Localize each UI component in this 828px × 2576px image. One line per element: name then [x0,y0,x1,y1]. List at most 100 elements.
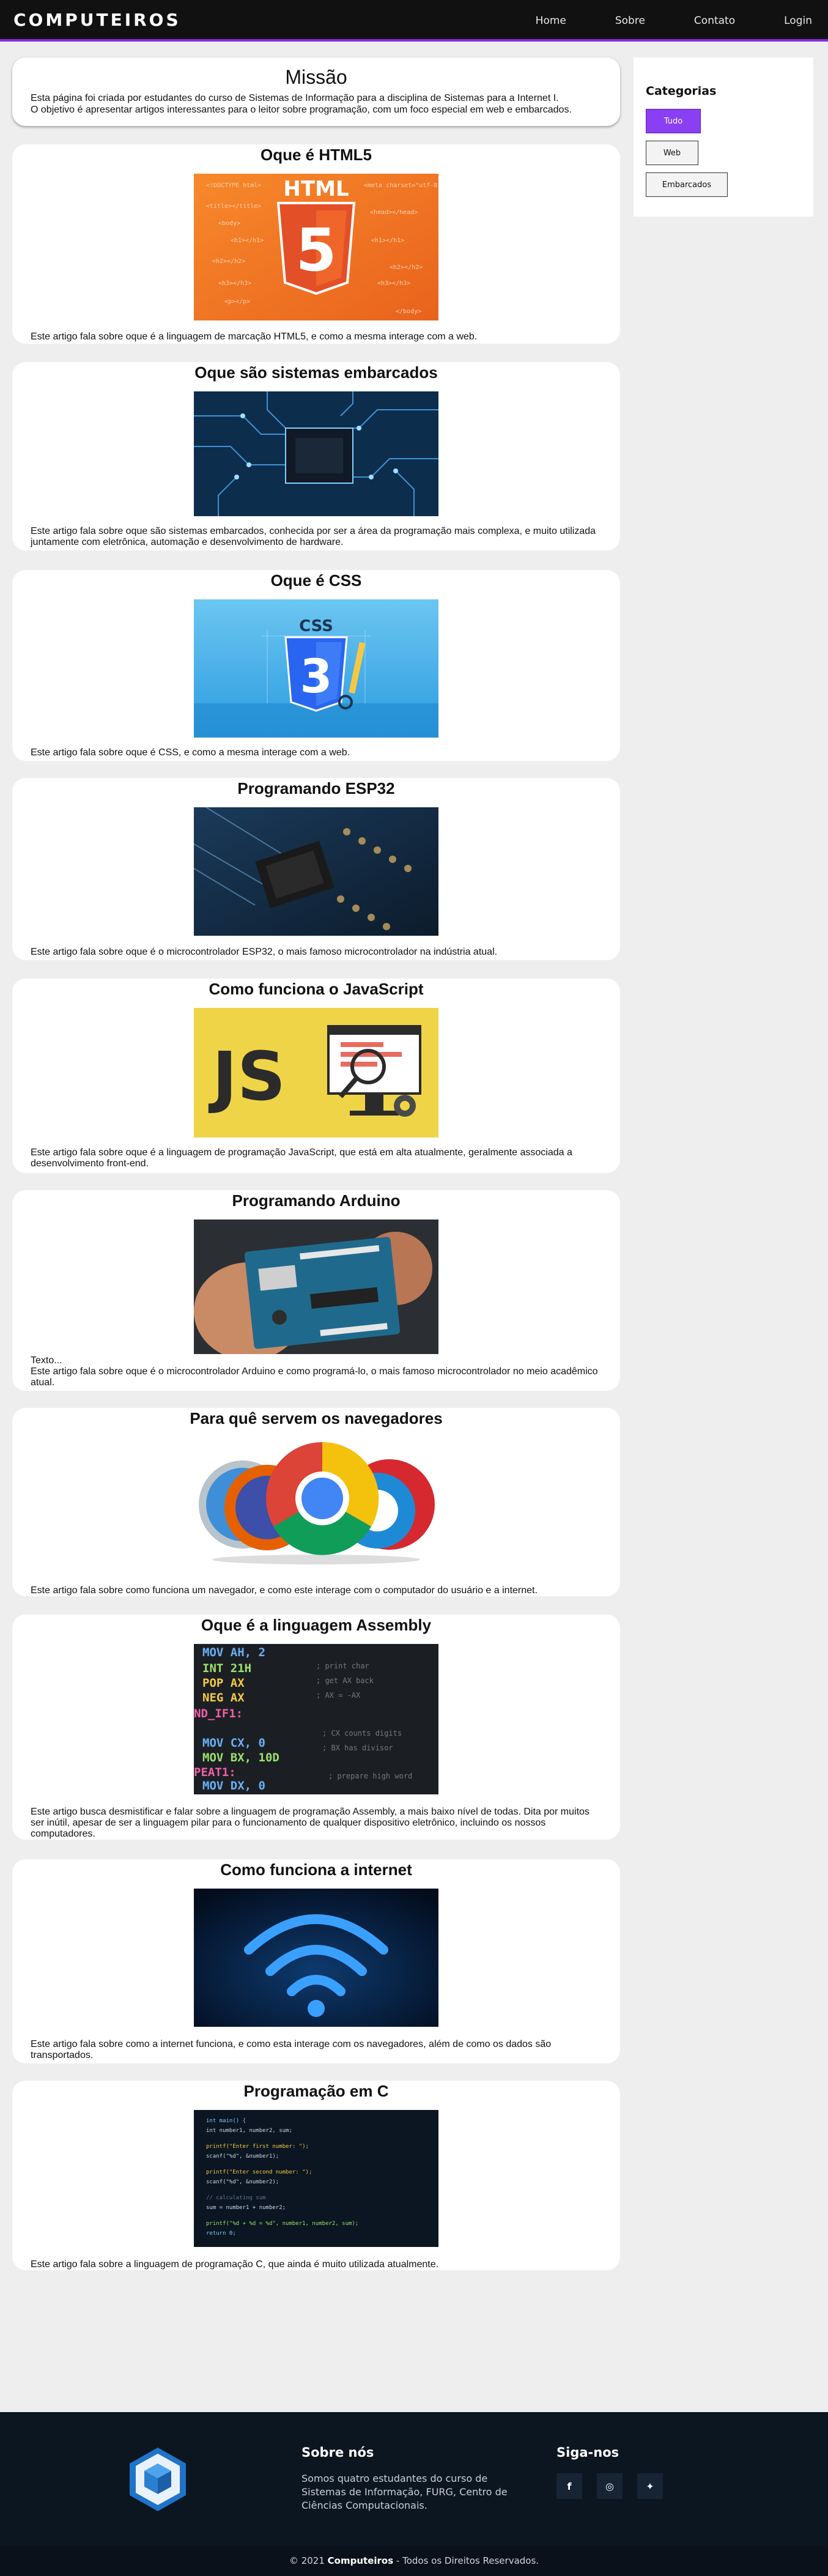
html5-logo-icon: <!DOCTYPE html> <meta charset="utf-8"> <t… [194,174,438,320]
article-description: Este artigo fala sobre oque é a linguage… [31,1147,572,1169]
article-image-javascript[interactable]: JS [194,1008,438,1138]
svg-text:</body>: </body> [396,308,421,315]
article-card[interactable]: Programação em C int main() { int number… [12,2081,620,2270]
article-card[interactable]: Para quê servem os navegadores Este arti… [12,1408,620,1596]
article-description: Este artigo fala sobre como a internet f… [31,2039,552,2060]
article-card[interactable]: Oque é a linguagem Assembly MOV AH, 2 IN… [12,1615,620,1840]
svg-text:return 0;: return 0; [206,2230,236,2237]
article-card[interactable]: Programando Arduino Texto... Este artigo… [12,1190,620,1391]
c-code-icon: int main() { int number1, number2, sum; … [194,2110,438,2247]
article-image-browsers[interactable] [194,1437,438,1567]
nav-link-home[interactable]: Home [536,15,566,27]
svg-text:<!DOCTYPE html>: <!DOCTYPE html> [206,182,261,189]
article-card[interactable]: Oque são sistemas embarcados Este artigo… [12,362,620,550]
css3-logo-icon: CSS 3 [194,599,438,738]
svg-text:scanf("%d", &number1);: scanf("%d", &number1); [206,2153,279,2160]
svg-text:3: 3 [300,649,333,703]
article-image-c-code[interactable]: int main() { int number1, number2, sum; … [194,2110,438,2247]
svg-text:printf("%d + %d = %d", number1: printf("%d + %d = %d", number1, number2,… [206,2221,358,2227]
article-description: Este artigo fala sobre oque é a linguage… [31,331,478,342]
article-card[interactable]: Oque é CSS CSS 3 Este artigo fala sobre … [12,570,620,761]
svg-text:ND_IF1:: ND_IF1: [194,1707,243,1720]
svg-text:; AX = -AX: ; AX = -AX [316,1691,361,1700]
category-button-web[interactable]: Web [646,141,698,165]
nav-link-contato[interactable]: Contato [694,15,735,27]
svg-text:<meta charset="utf-8">: <meta charset="utf-8"> [364,182,438,189]
svg-text:printf("Enter second number: ": printf("Enter second number: "); [206,2169,312,2175]
footer-follow-title: Siga-nos [556,2445,619,2460]
svg-text:<body>: <body> [218,220,240,227]
svg-text:CSS: CSS [299,617,333,635]
svg-text:<h1></h1>: <h1></h1> [371,237,404,244]
svg-text:printf("Enter first number: "): printf("Enter first number: "); [206,2144,309,2150]
svg-text:INT 21H: INT 21H [202,1662,251,1675]
assembly-code-icon: MOV AH, 2 INT 21H POP AX NEG AX ND_IF1: … [194,1644,438,1794]
nav-link-login[interactable]: Login [784,15,812,27]
copyright-suffix: - Todos os Direitos Reservados. [393,2555,539,2566]
brand-logo-text[interactable]: COMPUTEIROS [13,10,181,30]
svg-text:<h3></h3>: <h3></h3> [377,280,410,287]
svg-text:<title></title>: <title></title> [206,203,261,210]
article-card[interactable]: Como funciona o JavaScript JS Este artig… [12,979,620,1173]
footer-copyright: © 2021 Computeiros - Todos os Direitos R… [0,2545,828,2576]
nav-link-sobre[interactable]: Sobre [615,15,645,27]
svg-text:POP AX: POP AX [202,1676,245,1690]
svg-text:<h2></h2>: <h2></h2> [390,264,423,271]
article-image-html5[interactable]: <!DOCTYPE html> <meta charset="utf-8"> <t… [194,174,438,320]
svg-text:; print char: ; print char [316,1662,369,1670]
mission-card: Missão Esta página foi criada por estuda… [12,57,620,126]
footer-about-title: Sobre nós [301,2445,374,2460]
article-image-assembly[interactable]: MOV AH, 2 INT 21H POP AX NEG AX ND_IF1: … [194,1644,438,1794]
svg-text:<h1></h1>: <h1></h1> [231,237,264,244]
article-image-circuit[interactable] [194,391,438,516]
article-description: Este artigo busca desmistificar e falar … [31,1807,590,1839]
svg-text:// calculating sum: // calculating sum [206,2195,266,2201]
article-title[interactable]: Oque são sistemas embarcados [12,362,620,382]
article-description: Este artigo fala sobre oque é o microcon… [31,1366,598,1388]
article-description-placeholder: Texto... [31,1355,62,1366]
article-title[interactable]: Programação em C [12,2081,620,2101]
article-title[interactable]: Oque é HTML5 [12,144,620,165]
svg-text:sum = number1 + number2;: sum = number1 + number2; [206,2205,286,2211]
article-card[interactable]: Como funciona a internet Este artigo fal… [12,1859,620,2063]
article-description: Este artigo fala sobre oque são sistemas… [31,526,596,547]
svg-text:<h2></h2>: <h2></h2> [212,258,245,265]
category-button-tudo[interactable]: Tudo [646,109,701,133]
nav-links: Home Sobre Contato Login [487,15,812,27]
mission-title: Missão [285,66,347,88]
category-button-embarcados[interactable]: Embarcados [646,172,728,197]
article-image-esp32[interactable] [194,807,438,936]
svg-text:; get AX back: ; get AX back [316,1676,374,1685]
svg-text:MOV CX, 0: MOV CX, 0 [202,1736,265,1750]
javascript-logo-icon: JS [194,1008,438,1138]
article-image-wifi[interactable] [194,1889,438,2027]
twitter-icon[interactable]: ✦ [637,2473,663,2499]
facebook-icon[interactable]: f [556,2473,582,2499]
svg-text:int number1, number2, sum;: int number1, number2, sum; [206,2128,292,2134]
esp32-chip-icon [194,807,438,936]
article-title[interactable]: Oque é CSS [12,570,620,590]
instagram-icon[interactable]: ◎ [597,2473,623,2499]
article-title[interactable]: Para quê servem os navegadores [12,1408,620,1428]
article-image-arduino[interactable] [194,1220,438,1354]
article-title[interactable]: Programando Arduino [12,1190,620,1210]
article-title[interactable]: Como funciona o JavaScript [12,979,620,999]
article-image-css[interactable]: CSS 3 [194,599,438,738]
mission-text-2: O objetivo é apresentar artigos interess… [31,105,572,115]
browser-logos-icon [199,1442,435,1564]
svg-text:int main() {: int main() { [206,2118,246,2124]
categories-title: Categorias [646,84,717,98]
svg-text:<p></p>: <p></p> [224,298,250,305]
article-card[interactable]: Programando ESP32 Este artigo fala sobre… [12,778,620,960]
footer-about-text: Somos quatro estudantes do curso de Sist… [301,2473,508,2511]
article-title[interactable]: Como funciona a internet [12,1859,620,1879]
svg-text:MOV BX, 10D: MOV BX, 10D [202,1751,279,1764]
article-card[interactable]: Oque é HTML5 <!DOCTYPE html> <meta charse… [12,144,620,344]
categories-sidebar: Categorias Tudo Web Embarcados [634,57,813,217]
article-description: Este artigo fala sobre como funciona um … [31,1585,538,1596]
article-title[interactable]: Oque é a linguagem Assembly [12,1615,620,1635]
site-footer: Sobre nós Somos quatro estudantes do cur… [0,2412,828,2576]
article-title[interactable]: Programando ESP32 [12,778,620,798]
cube-logo-icon [130,2448,186,2511]
svg-text:; prepare high word: ; prepare high word [328,1772,412,1780]
